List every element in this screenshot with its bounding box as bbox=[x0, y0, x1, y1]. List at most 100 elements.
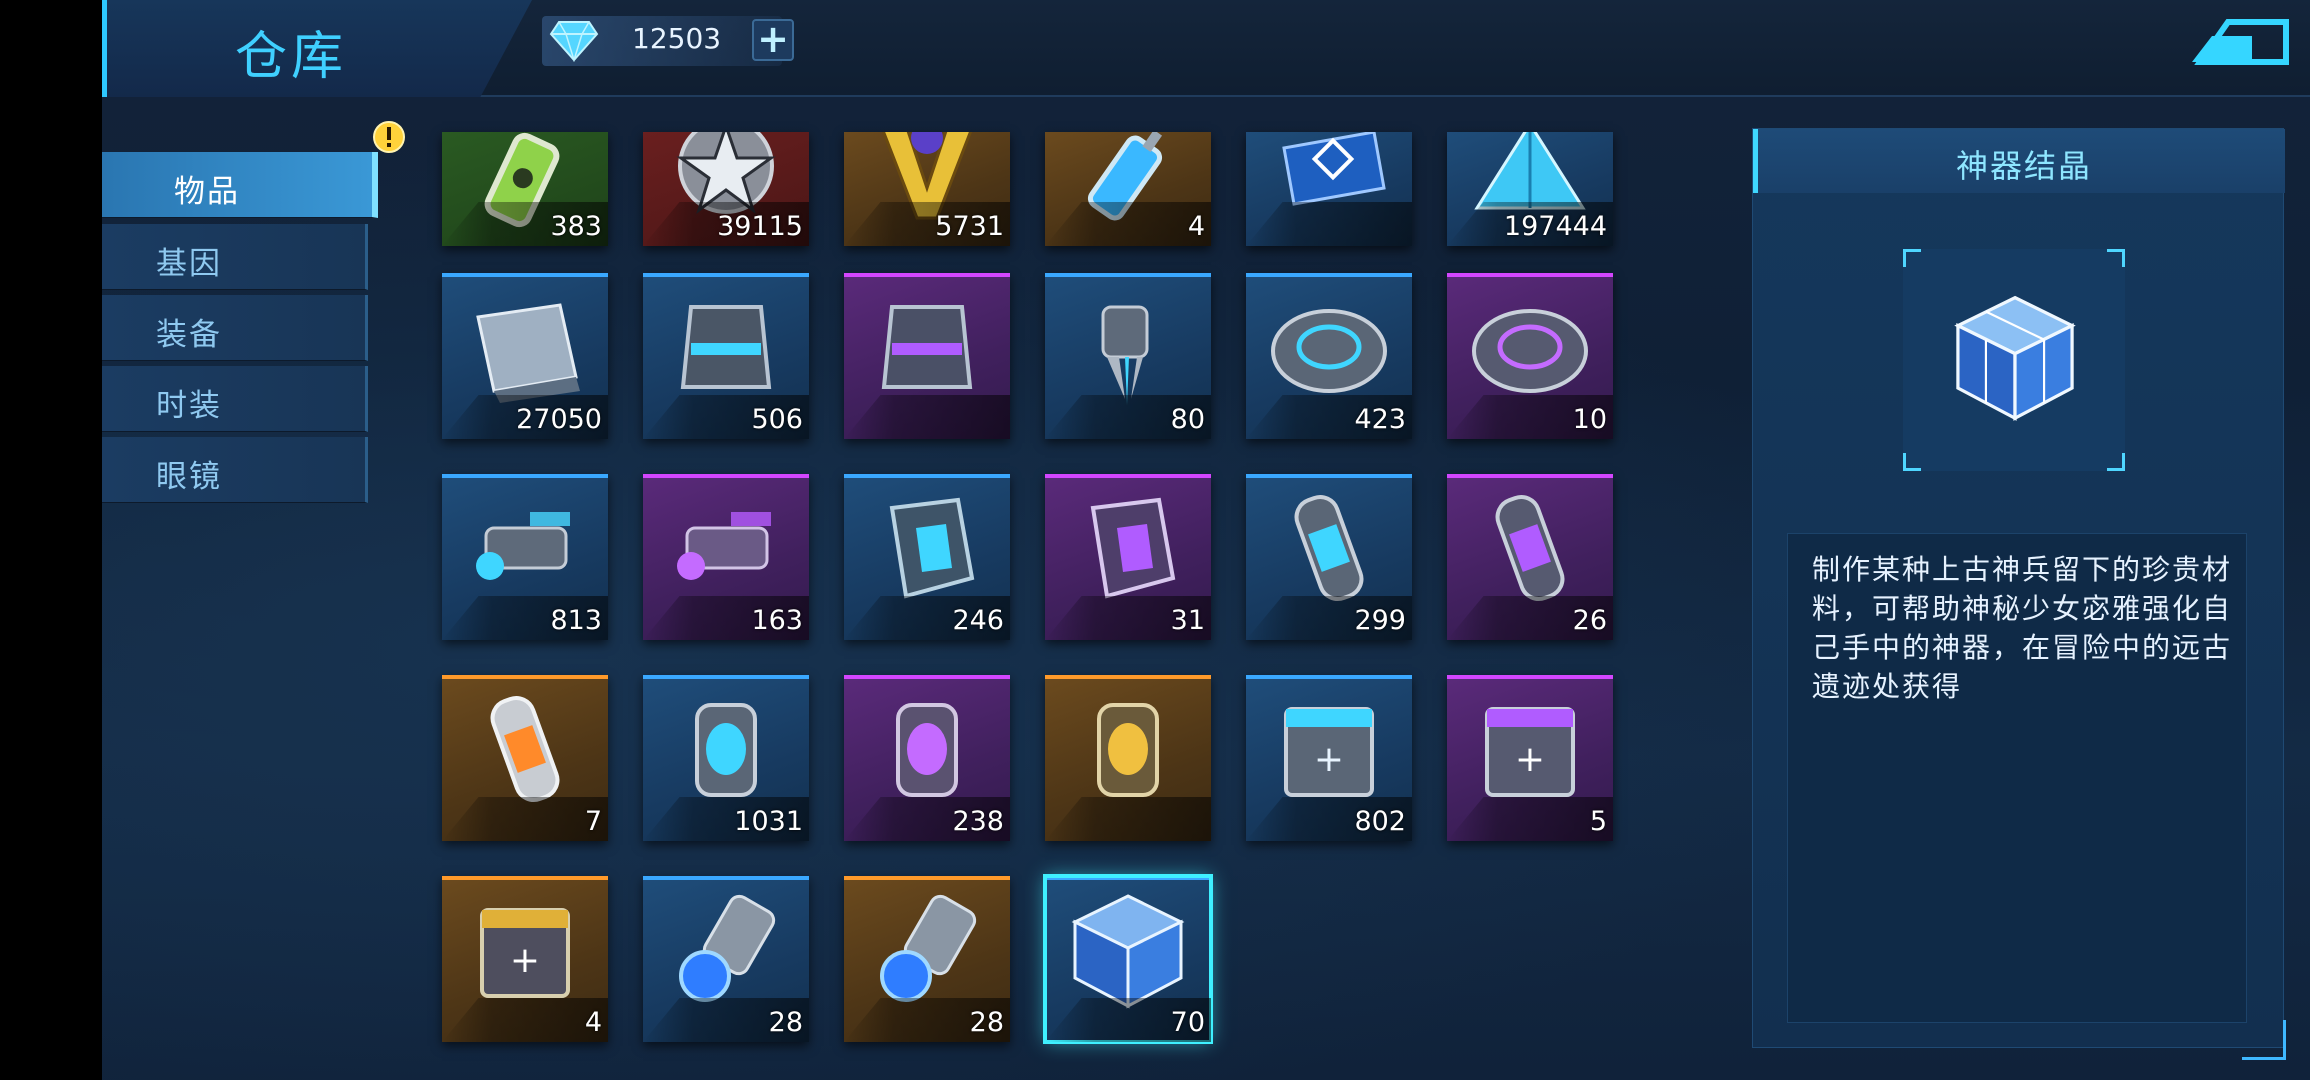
lantern-icon bbox=[1097, 703, 1159, 797]
supply-crate-icon: + bbox=[1485, 707, 1575, 797]
inventory-slot[interactable] bbox=[844, 273, 1010, 439]
item-count: 802 bbox=[1354, 806, 1406, 837]
description-box: 制作某种上古神兵留下的珍贵材料，可帮助神秘少女宓雅强化自己手中的神器，在冒险中的… bbox=[1787, 533, 2247, 1023]
letterbox-left bbox=[0, 0, 102, 1080]
item-count: 26 bbox=[1572, 605, 1607, 636]
item-count: 28 bbox=[969, 1007, 1004, 1038]
frame-corner bbox=[1903, 249, 1921, 267]
inventory-slot[interactable]: 4 bbox=[1045, 132, 1211, 246]
inventory-slot[interactable]: 27050 bbox=[442, 273, 608, 439]
inventory-slot[interactable]: 28 bbox=[643, 876, 809, 1042]
supply-crate-icon: + bbox=[1284, 707, 1374, 797]
svg-text:+: + bbox=[510, 940, 540, 981]
add-gems-button[interactable]: + bbox=[752, 19, 794, 61]
inventory-slot[interactable]: 197444 bbox=[1447, 132, 1613, 246]
item-count: 31 bbox=[1170, 605, 1205, 636]
crystal-cube-icon bbox=[1071, 894, 1185, 1009]
svg-text:+: + bbox=[1515, 739, 1545, 780]
panel-corner bbox=[2242, 1020, 2286, 1060]
page-title: 仓库 bbox=[235, 27, 348, 87]
inventory-slot[interactable]: 10 bbox=[1447, 273, 1613, 439]
frame-corner bbox=[2107, 453, 2125, 471]
inventory-slot[interactable]: 813 bbox=[442, 474, 608, 640]
claw-part-icon bbox=[1101, 305, 1149, 405]
inventory-slot[interactable]: 506 bbox=[643, 273, 809, 439]
inventory-slot[interactable]: 238 bbox=[844, 675, 1010, 841]
tab-equipment[interactable]: 装备 bbox=[102, 295, 368, 361]
diamond-icon bbox=[549, 21, 599, 62]
item-count: 299 bbox=[1354, 605, 1406, 636]
item-count: 197444 bbox=[1503, 211, 1607, 242]
tab-glasses[interactable]: 眼镜 bbox=[102, 437, 368, 503]
inventory-slot[interactable]: 80 bbox=[1045, 273, 1211, 439]
detail-title: 神器结晶 bbox=[1955, 147, 2092, 185]
item-count: 7 bbox=[584, 806, 602, 837]
shard-icon bbox=[889, 497, 975, 599]
gun-part-icon bbox=[677, 512, 771, 580]
item-count: 27050 bbox=[516, 404, 602, 435]
item-count: 246 bbox=[952, 605, 1004, 636]
metal-plate-icon bbox=[476, 303, 580, 403]
energy-core-icon bbox=[679, 894, 776, 1002]
inventory-slot[interactable]: 7 bbox=[442, 675, 608, 841]
lantern-icon bbox=[695, 703, 757, 797]
item-count: 70 bbox=[1170, 1007, 1205, 1038]
tab-label: 物品 bbox=[174, 174, 240, 210]
item-description: 制作某种上古神兵留下的珍贵材料，可帮助神秘少女宓雅强化自己手中的神器，在冒险中的… bbox=[1812, 553, 2233, 703]
svg-text:+: + bbox=[1314, 739, 1344, 780]
item-count: 4 bbox=[584, 1007, 602, 1038]
warehouse-screen: 仓库 12503 + 物品 基因 装备 时装 眼镜 383 39115 5731… bbox=[102, 0, 2310, 1080]
item-count: 39115 bbox=[717, 211, 803, 242]
inventory-slot[interactable]: 26 bbox=[1447, 474, 1613, 640]
frame-corner bbox=[2107, 249, 2125, 267]
gem-count: 12503 bbox=[632, 22, 722, 55]
item-count: 163 bbox=[751, 605, 803, 636]
item-count: 383 bbox=[550, 211, 602, 242]
detail-header: 神器结晶 bbox=[1753, 129, 2285, 193]
top-bar: 仓库 12503 + bbox=[102, 0, 2310, 97]
inventory-slot[interactable]: + 4 bbox=[442, 876, 608, 1042]
disc-icon bbox=[1271, 309, 1387, 393]
crystal-cube-icon bbox=[1954, 295, 2076, 421]
inventory-slot[interactable]: 246 bbox=[844, 474, 1010, 640]
item-count: 5 bbox=[1589, 806, 1607, 837]
inventory-slot[interactable]: 39115 bbox=[643, 132, 809, 246]
capsule-icon bbox=[1495, 495, 1565, 601]
item-detail-panel: 神器结晶 制作某种上古神兵留下的珍贵材料，可帮助神秘少女宓雅强化自己手中的神器，… bbox=[1752, 128, 2285, 1048]
item-count: 4 bbox=[1187, 211, 1205, 242]
frame-corner bbox=[1903, 453, 1921, 471]
inventory-slot[interactable]: 163 bbox=[643, 474, 809, 640]
inventory-slot[interactable]: 31 bbox=[1045, 474, 1211, 640]
shard-icon bbox=[1090, 497, 1176, 599]
tab-label: 基因 bbox=[156, 246, 222, 282]
inventory-slot[interactable] bbox=[1246, 132, 1412, 246]
inventory-slot[interactable]: 5731 bbox=[844, 132, 1010, 246]
tab-genes[interactable]: 基因 bbox=[102, 224, 368, 290]
warning-icon bbox=[373, 121, 405, 153]
item-count: 238 bbox=[952, 806, 1004, 837]
inventory-slot[interactable]: + 5 bbox=[1447, 675, 1613, 841]
capsule-icon bbox=[490, 696, 560, 802]
armor-part-icon bbox=[881, 305, 973, 389]
lantern-icon bbox=[896, 703, 958, 797]
item-count: 80 bbox=[1170, 404, 1205, 435]
tab-label: 时装 bbox=[156, 388, 222, 424]
item-count: 10 bbox=[1572, 404, 1607, 435]
inventory-slot[interactable]: + 802 bbox=[1246, 675, 1412, 841]
tab-label: 眼镜 bbox=[156, 459, 222, 495]
inventory-slot[interactable]: 28 bbox=[844, 876, 1010, 1042]
inventory-slot[interactable]: 423 bbox=[1246, 273, 1412, 439]
item-count: 28 bbox=[768, 1007, 803, 1038]
inventory-slot[interactable]: 299 bbox=[1246, 474, 1412, 640]
inventory-slot[interactable]: 1031 bbox=[643, 675, 809, 841]
back-icon[interactable] bbox=[2192, 16, 2290, 68]
item-preview bbox=[1903, 249, 2125, 471]
item-count: 1031 bbox=[734, 806, 803, 837]
tab-items[interactable]: 物品 bbox=[102, 152, 378, 218]
tab-fashion[interactable]: 时装 bbox=[102, 366, 368, 432]
gun-part-icon bbox=[476, 512, 570, 580]
supply-crate-icon: + bbox=[480, 908, 570, 998]
inventory-slot-selected[interactable]: 70 bbox=[1043, 874, 1213, 1044]
inventory-slot[interactable]: 383 bbox=[442, 132, 608, 246]
inventory-slot[interactable] bbox=[1045, 675, 1211, 841]
